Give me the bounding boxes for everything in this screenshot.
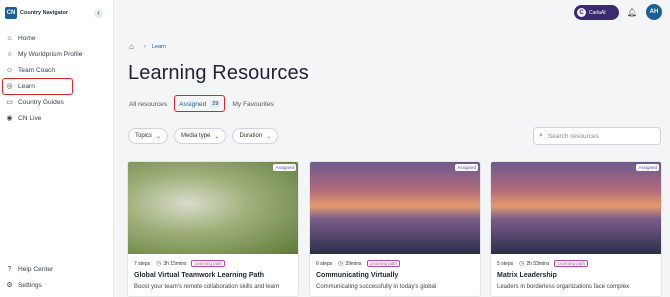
sidebar-item-label: Help Center [18,265,54,273]
chevron-down-icon: ⌄ [156,133,162,140]
card-description: Communicating successfully in today's gl… [316,284,437,290]
card-description: Boost your team's remote collaboration s… [134,284,280,290]
resource-card[interactable]: Assigned 5 steps ◷ 2h 53mins Learning pa… [490,161,662,297]
search-input[interactable] [547,132,648,140]
media-type-dropdown[interactable]: Media type ⌄ [174,128,227,144]
card-image: Assigned [128,162,298,254]
tab-assigned[interactable]: Assigned 29 [174,95,226,112]
sidebar-item-learn[interactable]: ◎ Learn [0,78,114,95]
learning-path-badge: Learning path [554,260,588,267]
resource-tabs: All resources Assigned 29 My Favourites [129,95,286,112]
brand-logo[interactable]: CN Country Navigator [5,7,68,19]
card-meta: 6 steps ◷ 39mins Learning path [310,254,480,267]
card-title[interactable]: Matrix Leadership [491,267,661,279]
chevron-down-icon: ⌄ [214,133,220,140]
sidebar-item-label: Learn [18,82,35,90]
collapse-sidebar-button[interactable]: ‹ [94,9,103,18]
sidebar-item-label: Home [18,34,36,42]
learn-icon: ◎ [6,83,13,90]
avatar[interactable]: AH [646,4,662,20]
carla-ai-button[interactable]: C CarlaAI [574,5,619,20]
tab-label: All resources [129,100,168,108]
clock-icon: ◷ [338,261,344,267]
topbar: C CarlaAI 🔔︎ AH [115,0,670,28]
sidebar-item-home[interactable]: ⌂ Home [0,30,114,46]
sidebar-nav: ⌂ Home ○ My Worldprism Profile ☺ Team Co… [0,30,114,126]
count-badge: 29 [210,100,221,108]
learning-path-badge: Learning path [191,260,225,267]
learning-path-badge: Learning path [366,260,401,267]
assigned-badge: Assigned [273,164,296,171]
sidebar-item-team-coach[interactable]: ☺ Team Coach [0,62,114,78]
globe-icon: ○ [7,50,12,58]
help-icon: ? [7,265,12,273]
sidebar-item-settings[interactable]: ⚙ Settings [0,277,114,293]
assigned-badge: Assigned [455,164,478,171]
sidebar-bottom-nav: ? Help Center ⚙ Settings [0,261,114,293]
chevron-down-icon: ⌄ [266,133,272,140]
duration: 2h 53mins [526,260,550,267]
sidebar-item-label: CN Live [18,114,42,122]
sidebar-item-worldprism-profile[interactable]: ○ My Worldprism Profile [0,46,114,62]
duration-dropdown[interactable]: Duration ⌄ [232,128,279,144]
search-icon: ⌕ [539,132,543,139]
settings-icon: ⚙ [6,282,13,289]
sidebar-item-cn-live[interactable]: ◉ CN Live [0,110,114,126]
card-image: Assigned [491,162,661,254]
steps-count: 7 steps [134,260,151,267]
carla-ai-icon: C [577,8,586,17]
breadcrumb: ⌂ › Learn [129,42,166,51]
resource-card[interactable]: Assigned 7 steps ◷ 3h 15mins Learning pa… [127,161,299,297]
breadcrumb-current[interactable]: Learn [152,44,166,50]
carla-ai-label: CarlaAI [589,9,606,16]
sidebar-item-help-center[interactable]: ? Help Center [0,261,114,277]
filter-label: Topics [135,133,153,139]
card-title[interactable]: Communicating Virtually [310,267,480,279]
assigned-badge: Assigned [636,164,659,171]
steps-count: 5 steps [497,260,514,267]
duration: 39mins [345,260,362,267]
home-icon[interactable]: ⌂ [129,42,134,51]
sidebar-item-label: Settings [18,281,42,289]
card-image: Assigned [310,162,480,254]
team-icon: ☺ [5,66,14,74]
sidebar-item-label: My Worldprism Profile [18,50,83,58]
chevron-left-icon: ‹ [97,10,100,17]
clock-icon: ◷ [156,261,162,267]
filter-label: Media type [181,133,211,139]
duration: 3h 15mins [163,260,187,267]
tab-label: Assigned [179,100,207,108]
search-box: ⌕ [533,127,661,145]
card-description: Leaders in borderless organizations face… [497,284,630,290]
page-title: Learning Resources [128,62,309,84]
tab-label: My Favourites [232,100,274,108]
card-title[interactable]: Global Virtual Teamwork Learning Path [128,267,298,279]
filter-label: Duration [239,133,263,139]
chevron-right-icon: › [143,43,146,50]
resource-card[interactable]: Assigned 6 steps ◷ 39mins Learning path … [309,161,481,297]
sidebar-item-label: Country Guides [18,98,64,106]
home-icon: ⌂ [7,34,12,42]
bell-icon[interactable]: 🔔︎ [627,8,637,17]
logo-mark: CN [5,7,17,19]
guide-icon: ▭ [6,99,13,106]
card-meta: 5 steps ◷ 2h 53mins Learning path [491,254,661,267]
tab-all-resources[interactable]: All resources [129,101,167,108]
tab-my-favourites[interactable]: My Favourites [232,101,273,108]
card-meta: 7 steps ◷ 3h 15mins Learning path [128,254,298,267]
topics-dropdown[interactable]: Topics ⌄ [128,128,169,144]
steps-count: 6 steps [316,260,333,267]
sidebar-item-label: Team Coach [18,66,56,74]
brand-name: Country Navigator [20,10,68,16]
live-icon: ◉ [6,115,13,122]
clock-icon: ◷ [519,261,525,267]
sidebar-item-country-guides[interactable]: ▭ Country Guides [0,94,114,110]
sidebar: CN Country Navigator ‹ ⌂ Home ○ My World… [0,0,114,297]
filter-bar: Topics ⌄ Media type ⌄ Duration ⌄ [128,128,284,144]
